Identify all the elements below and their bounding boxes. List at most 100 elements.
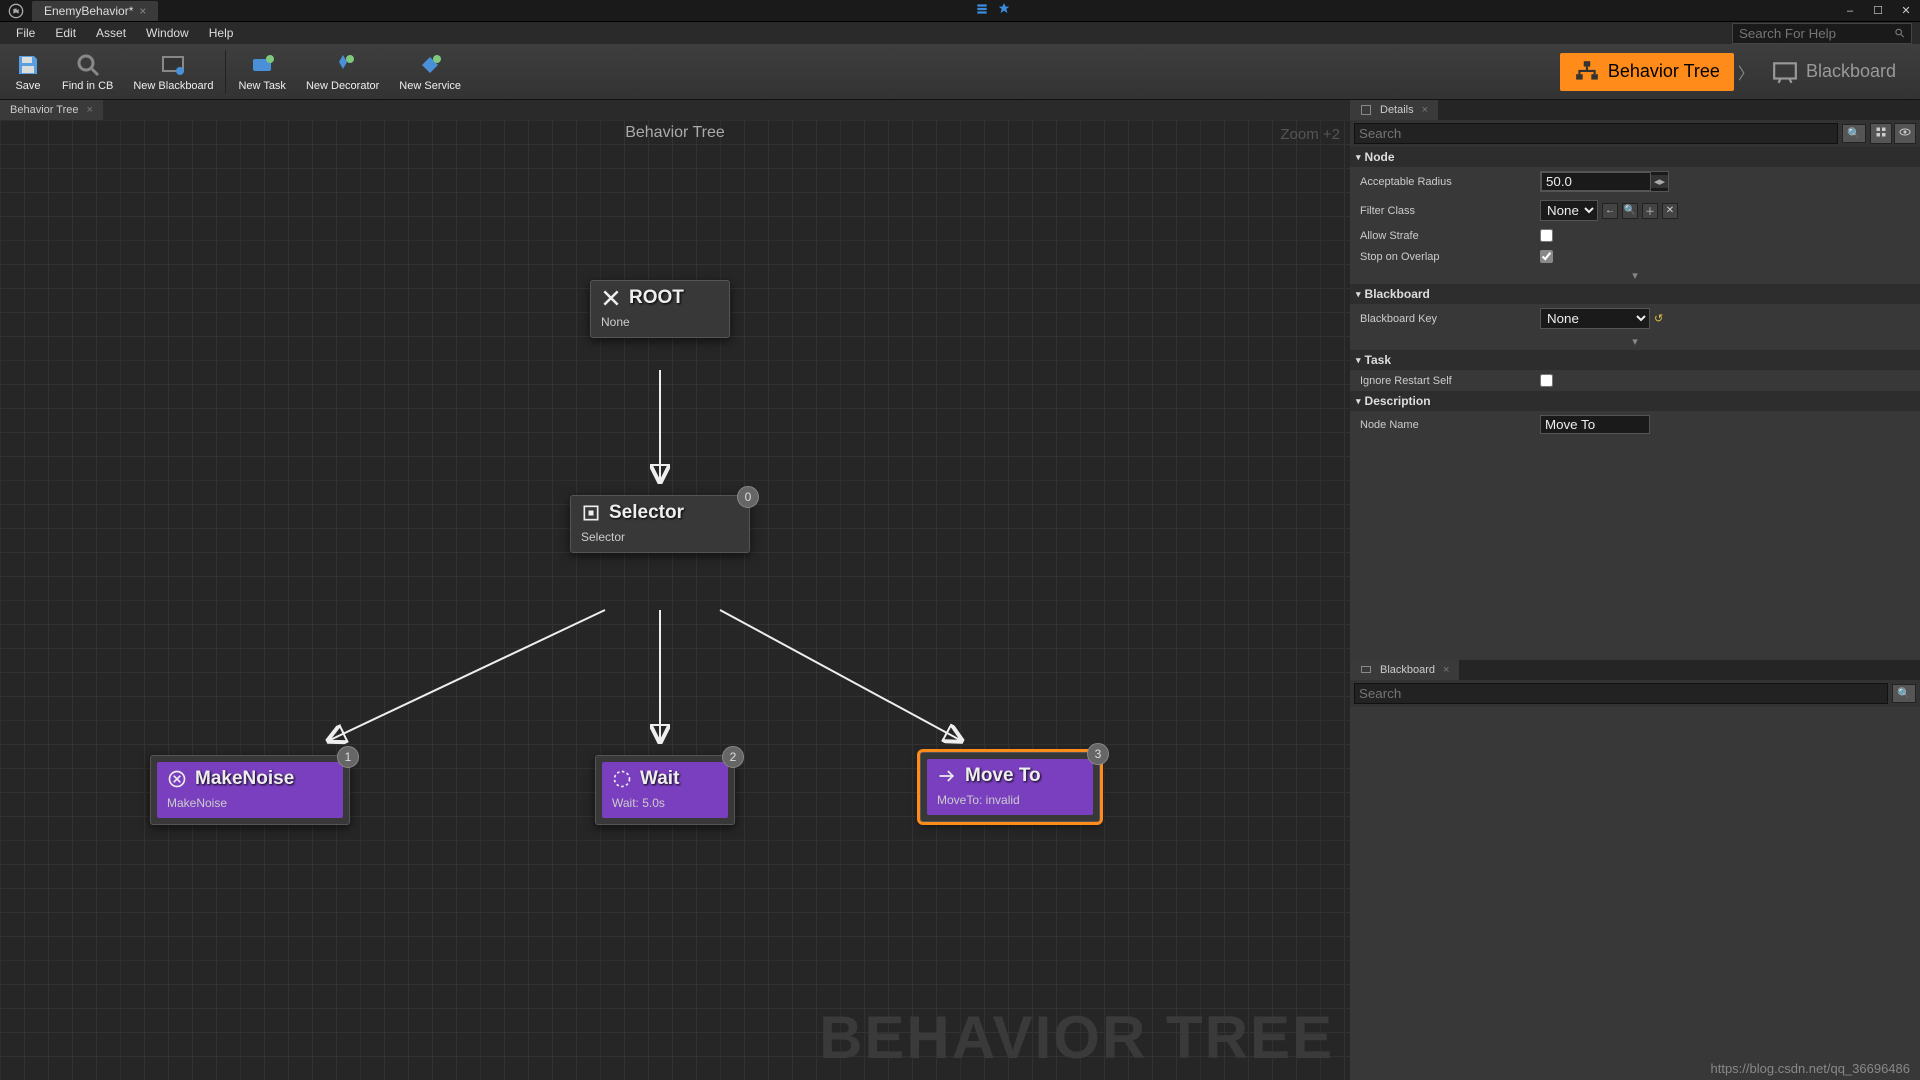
prop-node-name: Node Name [1350, 411, 1920, 438]
node-index-badge: 0 [737, 486, 759, 508]
node-subtitle: Selector [571, 530, 749, 552]
marketplace-icon[interactable] [997, 2, 1011, 19]
details-tab[interactable]: Details × [1350, 100, 1438, 120]
section-description[interactable]: ▾Description [1350, 391, 1920, 411]
filter-class-select[interactable]: None [1540, 200, 1598, 221]
ignore-restart-checkbox[interactable] [1540, 374, 1553, 387]
blackboard-mode-icon [1772, 59, 1798, 85]
bt-node-makenoise[interactable]: 1 MakeNoise MakeNoise [150, 755, 350, 825]
zoom-indicator: Zoom +2 [1280, 126, 1340, 143]
visibility-button[interactable] [1894, 123, 1916, 144]
prop-ignore-restart: Ignore Restart Self [1350, 370, 1920, 391]
section-blackboard[interactable]: ▾Blackboard [1350, 284, 1920, 304]
titlebar: EnemyBehavior* × – ☐ ✕ [0, 0, 1920, 22]
node-subtitle: MoveTo: invalid [927, 793, 1093, 815]
menu-asset[interactable]: Asset [88, 24, 134, 42]
node-header: Selector [571, 496, 749, 530]
bt-node-moveto[interactable]: 3 Move To MoveTo: invalid [920, 752, 1100, 822]
expand-arrow-icon[interactable]: ▾ [1350, 333, 1920, 350]
save-button[interactable]: Save [4, 48, 52, 96]
blackboard-panel: Blackboard × 🔍 [1350, 660, 1920, 1080]
node-subtitle: None [591, 315, 729, 337]
acceptable-radius-input[interactable] [1541, 172, 1651, 191]
maximize-button[interactable]: ☐ [1864, 2, 1892, 20]
unreal-logo-icon [0, 3, 32, 19]
section-task[interactable]: ▾Task [1350, 350, 1920, 370]
node-header: Wait [602, 762, 728, 796]
details-panel: Details × 🔍 ▾Node Acceptable Radius ◂▸ [1350, 100, 1920, 660]
selector-icon [581, 503, 601, 523]
close-icon[interactable]: × [1422, 104, 1428, 116]
reset-to-default-icon[interactable]: ↺ [1654, 312, 1663, 325]
close-button[interactable]: ✕ [1892, 2, 1920, 20]
blackboard-search-input[interactable] [1354, 683, 1888, 704]
graph-canvas[interactable]: Behavior Tree Zoom +2 BEHAVIOR TREE ROOT… [0, 120, 1350, 1080]
close-icon[interactable]: × [1443, 664, 1449, 676]
save-icon [14, 52, 42, 78]
prop-acceptable-radius: Acceptable Radius ◂▸ [1350, 167, 1920, 196]
graph-title: Behavior Tree [625, 124, 725, 142]
node-name-input[interactable] [1540, 415, 1650, 434]
search-icon[interactable]: 🔍 [1892, 684, 1916, 703]
blackboard-key-select[interactable]: None [1540, 308, 1650, 329]
find-in-cb-button[interactable]: Find in CB [52, 48, 123, 96]
wait-icon [612, 769, 632, 789]
new-decorator-button[interactable]: New Decorator [296, 48, 389, 96]
clear-button[interactable]: ✕ [1662, 203, 1678, 219]
grid-view-button[interactable] [1870, 123, 1892, 144]
blackboard-tab-icon [1360, 664, 1372, 676]
stop-on-overlap-checkbox[interactable] [1540, 250, 1553, 263]
blackboard-mode-button[interactable]: Blackboard [1758, 53, 1910, 91]
node-subtitle: MakeNoise [157, 796, 343, 818]
toolbar: Save Find in CB New Blackboard New Task … [0, 44, 1920, 100]
separator [225, 50, 226, 94]
prop-filter-class: Filter Class None ← 🔍 ＋ ✕ [1350, 196, 1920, 225]
new-blackboard-button[interactable]: New Blackboard [123, 48, 223, 96]
search-help-input[interactable] [1739, 26, 1894, 41]
add-button[interactable]: ＋ [1642, 203, 1658, 219]
document-tab[interactable]: EnemyBehavior* × [32, 1, 158, 21]
node-index-badge: 3 [1087, 743, 1109, 765]
bt-node-root[interactable]: ROOT None [590, 280, 730, 338]
blackboard-tab[interactable]: Blackboard × [1350, 660, 1459, 680]
root-icon [601, 288, 621, 308]
main-area: Behavior Tree × Behavior Tree Zoom +2 BE… [0, 100, 1920, 1080]
new-service-button[interactable]: New Service [389, 48, 471, 96]
node-header: MakeNoise [157, 762, 343, 796]
task-run-icon [167, 769, 187, 789]
expand-arrow-icon[interactable]: ▾ [1350, 267, 1920, 284]
menu-file[interactable]: File [8, 24, 43, 42]
section-node[interactable]: ▾Node [1350, 147, 1920, 167]
graph-panel: Behavior Tree × Behavior Tree Zoom +2 BE… [0, 100, 1350, 1080]
service-icon [416, 52, 444, 78]
search-help-box[interactable] [1732, 23, 1912, 44]
chevron-right-icon: 〉 [1738, 60, 1754, 84]
menu-help[interactable]: Help [201, 24, 242, 42]
close-icon[interactable]: × [86, 104, 92, 116]
node-index-badge: 1 [337, 746, 359, 768]
details-search-input[interactable] [1354, 123, 1838, 144]
tab-close-icon[interactable]: × [139, 4, 146, 18]
menu-edit[interactable]: Edit [47, 24, 84, 42]
watermark-text: BEHAVIOR TREE [819, 1003, 1334, 1072]
source-control-icon[interactable] [975, 2, 989, 19]
allow-strafe-checkbox[interactable] [1540, 229, 1553, 242]
graph-tab[interactable]: Behavior Tree × [0, 100, 103, 120]
connection-lines [0, 120, 1350, 1080]
browse-button[interactable]: 🔍 [1622, 203, 1638, 219]
menu-window[interactable]: Window [138, 24, 197, 42]
minimize-button[interactable]: – [1836, 2, 1864, 20]
browse-back-button[interactable]: ← [1602, 203, 1618, 219]
node-header: Move To [927, 759, 1093, 793]
bt-node-selector[interactable]: 0 Selector Selector [570, 495, 750, 553]
mode-switcher: Behavior Tree 〉 Blackboard [1560, 53, 1916, 91]
search-icon [1894, 27, 1905, 39]
graph-tabbar: Behavior Tree × [0, 100, 1350, 120]
node-index-badge: 2 [722, 746, 744, 768]
spinner-handle[interactable]: ◂▸ [1651, 175, 1668, 188]
behavior-tree-mode-button[interactable]: Behavior Tree [1560, 53, 1734, 91]
search-icon[interactable]: 🔍 [1842, 124, 1866, 143]
task-icon [248, 52, 276, 78]
bt-node-wait[interactable]: 2 Wait Wait: 5.0s [595, 755, 735, 825]
new-task-button[interactable]: New Task [228, 48, 295, 96]
